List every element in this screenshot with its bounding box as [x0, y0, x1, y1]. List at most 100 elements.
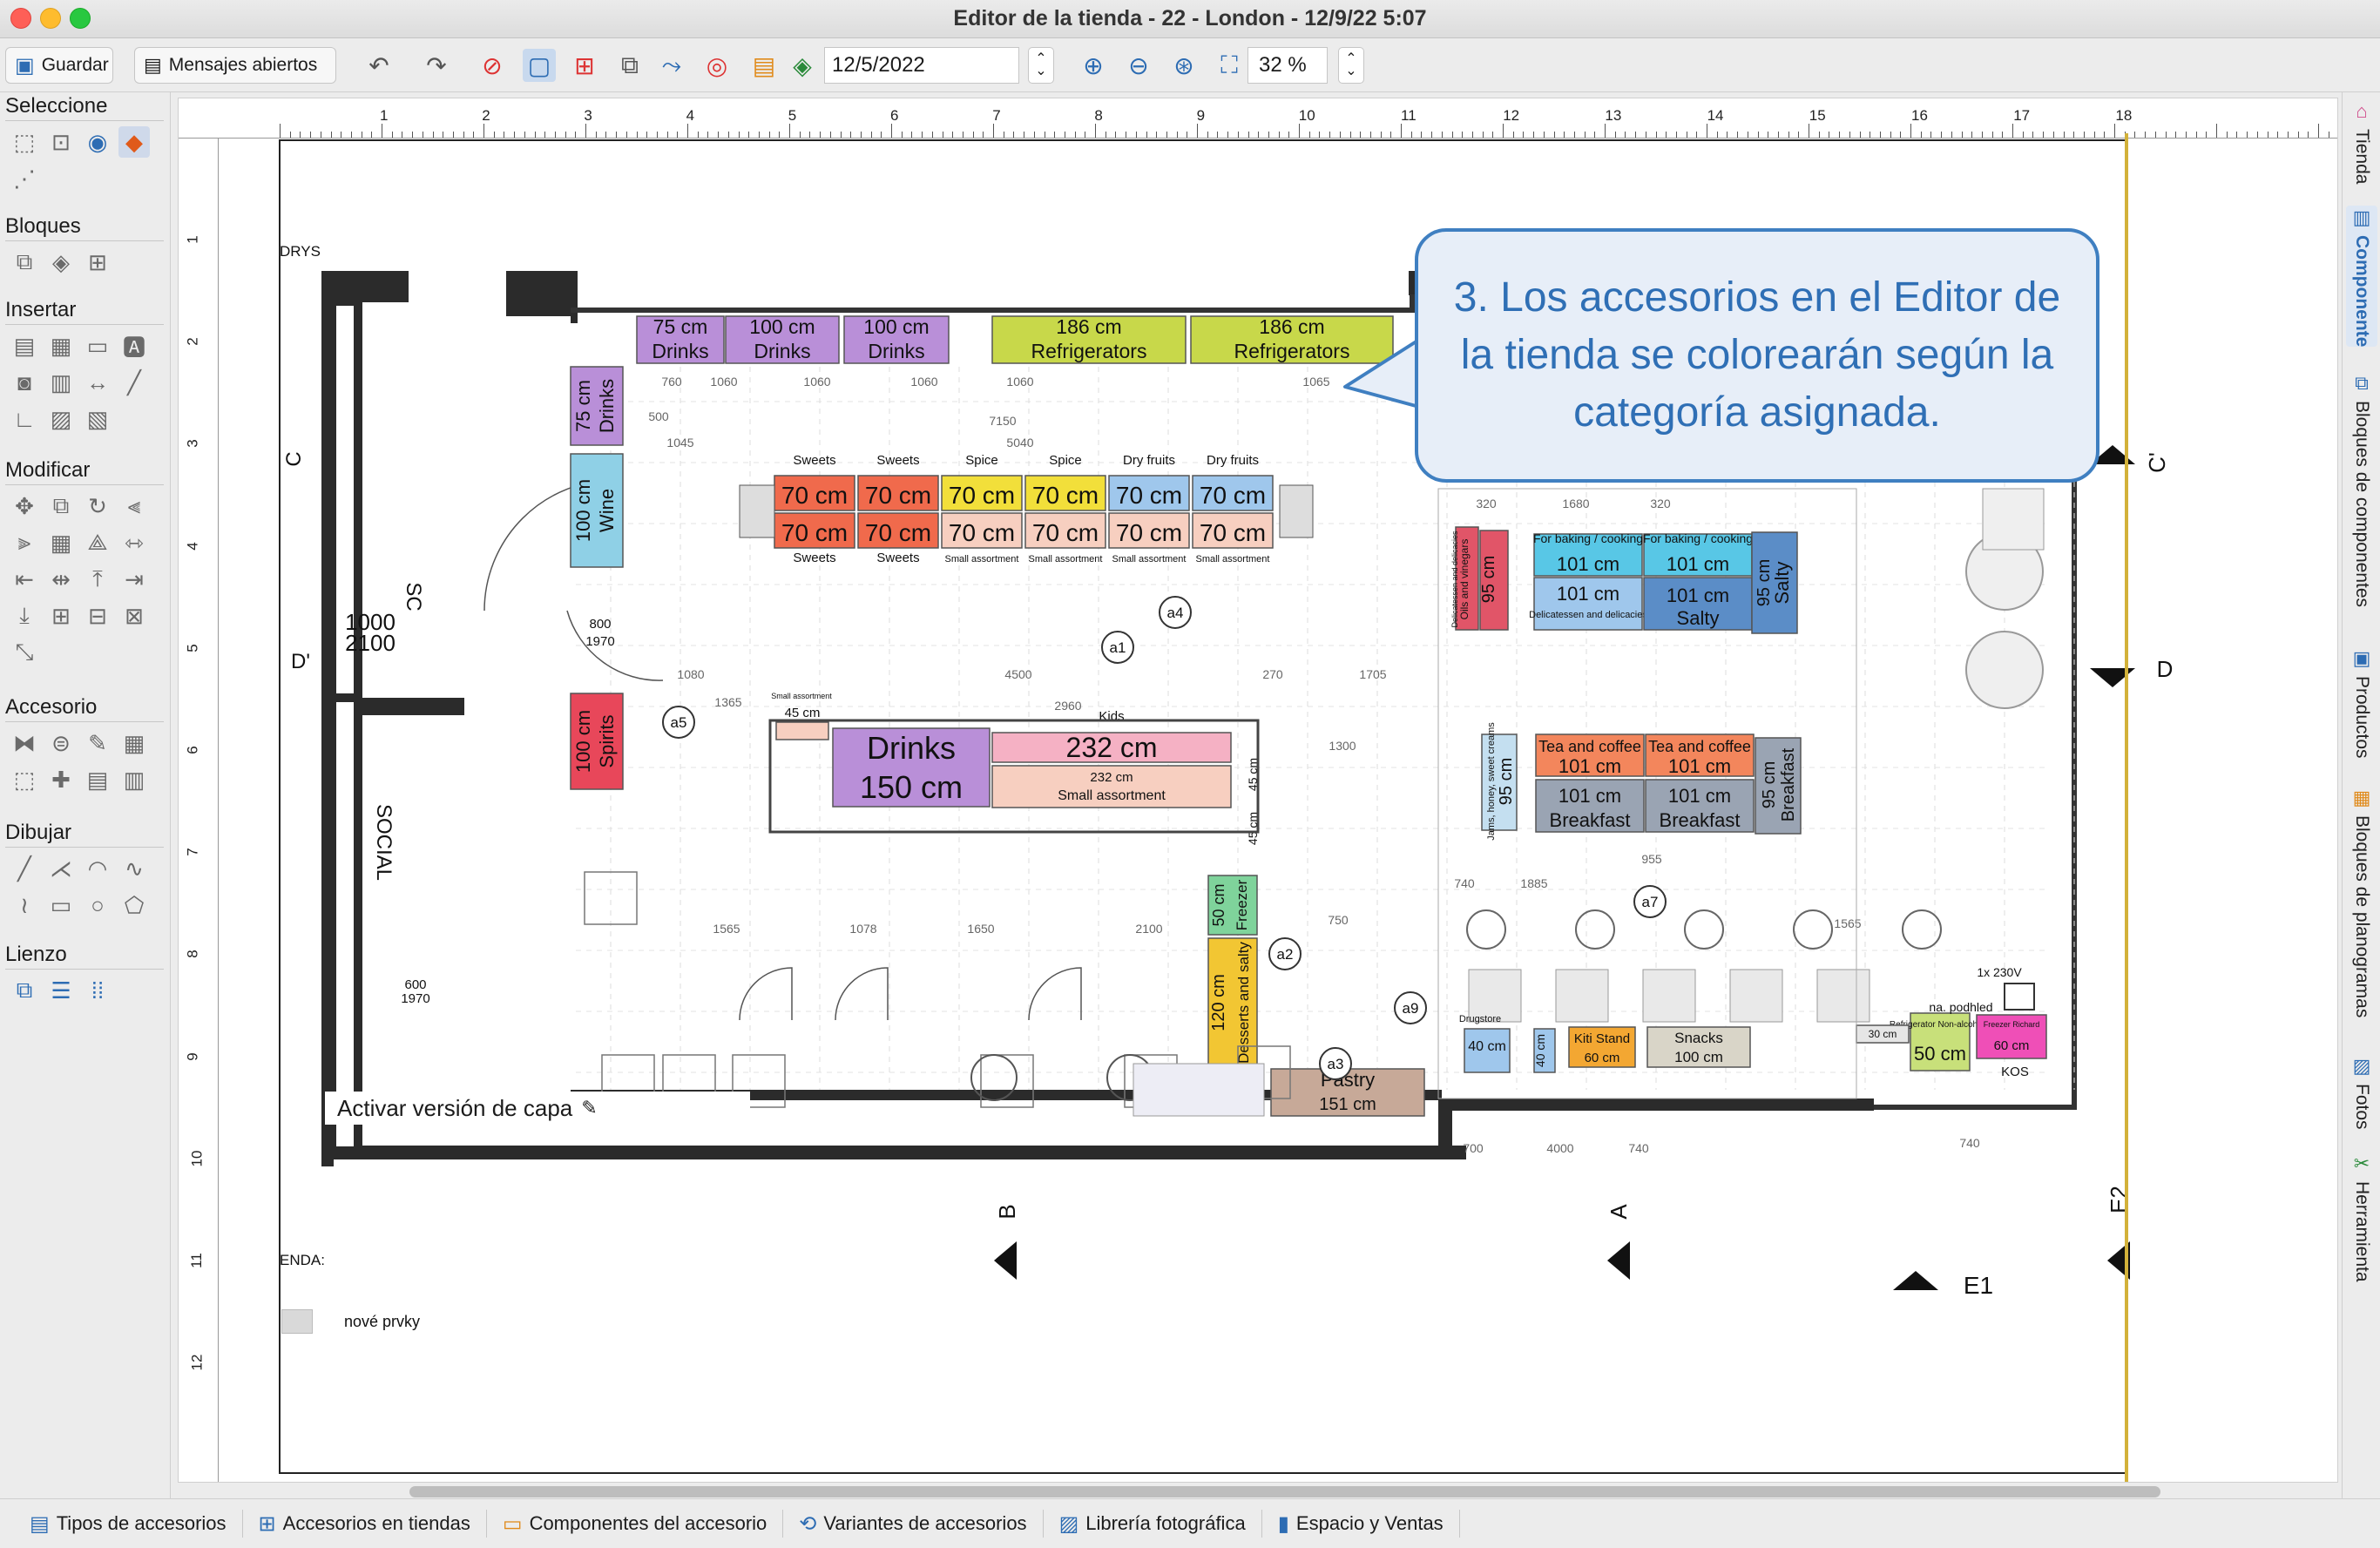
insert-camera-icon[interactable]: ◙	[9, 367, 40, 398]
canvas-layers-icon[interactable]: ☰	[45, 975, 77, 1006]
group-icon[interactable]: ⊞	[45, 600, 77, 632]
select-layer-icon[interactable]: ◆	[118, 126, 150, 158]
align-bottom-icon[interactable]: ⤓	[9, 600, 40, 632]
tab-fixture-components[interactable]: ▭ Componentes del accesorio	[487, 1510, 784, 1538]
tab-fixture-types[interactable]: ▤ Tipos de accesorios	[14, 1510, 243, 1538]
align-left-icon[interactable]: ⇤	[9, 564, 40, 595]
fixture-edit-icon[interactable]: ✎	[82, 727, 113, 759]
explode-icon[interactable]: ⊠	[118, 600, 150, 632]
zoom-window-button[interactable]	[70, 8, 91, 29]
block-grid-icon[interactable]: ⊞	[82, 247, 113, 278]
mirror-icon[interactable]: ⟁	[82, 527, 113, 558]
ungroup-icon[interactable]: ⊟	[82, 600, 113, 632]
fixture-round-icon[interactable]: ⊜	[45, 727, 77, 759]
select-area-icon[interactable]: ▢	[523, 49, 556, 82]
resize-icon[interactable]: ⤡	[9, 637, 40, 668]
zoom-selection-icon[interactable]: ⊛	[1167, 49, 1200, 82]
measure-icon[interactable]: ⊘	[476, 49, 509, 82]
date-stepper[interactable]: ⌃ ⌄	[1028, 47, 1054, 84]
align-right-icon[interactable]: ⇥	[118, 564, 150, 595]
insert-shelf-icon[interactable]: ▤	[9, 330, 40, 362]
block-icon[interactable]: ⧉	[9, 247, 40, 278]
tab-photo-library[interactable]: ▨ Librería fotográfica	[1044, 1510, 1262, 1538]
draw-circle-icon[interactable]: ○	[82, 889, 113, 921]
tab-componente[interactable]: ▥ Componente	[2346, 206, 2377, 348]
zoom-in-icon[interactable]: ⊕	[1077, 49, 1110, 82]
draw-rect-icon[interactable]: ▭	[45, 889, 77, 921]
tab-products[interactable]: ▣ Productos	[2346, 646, 2377, 759]
fixture-size-label: 75 cm	[653, 315, 708, 338]
tab-tools[interactable]: ✂ Herramienta	[2346, 1152, 2377, 1282]
tab-planogram-blocks[interactable]: ▦ Bloques de planogramas	[2346, 786, 2377, 1017]
undo-icon[interactable]: ↶	[362, 49, 396, 82]
distribute-icon[interactable]: ⫸	[9, 527, 40, 558]
tab-photos[interactable]: ▨ Fotos	[2346, 1054, 2377, 1130]
frame-icon[interactable]: ⧉	[613, 49, 646, 82]
insert-table-icon[interactable]: ▥	[45, 367, 77, 398]
zoom-field[interactable]: 32 %	[1247, 47, 1328, 84]
insert-angle-icon[interactable]: ∟	[9, 403, 40, 435]
insert-line-icon[interactable]: ╱	[118, 367, 150, 398]
wall	[1438, 1098, 1874, 1111]
zoom-out-icon[interactable]: ⊖	[1122, 49, 1155, 82]
align-top-icon[interactable]: ⤒	[82, 564, 113, 595]
tab-tienda[interactable]: ⌂ Tienda	[2346, 99, 2377, 184]
target-icon[interactable]: ◎	[700, 49, 734, 82]
copy-icon[interactable]: ⧉	[45, 490, 77, 522]
open-messages-button[interactable]: ▤ Mensajes abiertos	[134, 47, 336, 84]
zoom-stepper[interactable]: ⌃ ⌄	[1338, 47, 1364, 84]
date-field[interactable]: 12/5/2022	[824, 47, 1019, 84]
draw-polygon-icon[interactable]: ⬠	[118, 889, 150, 921]
close-window-button[interactable]	[10, 8, 31, 29]
select-target-icon[interactable]: ◉	[82, 126, 113, 158]
insert-svg-icon[interactable]: ▧	[82, 403, 113, 435]
fixture-frame-icon[interactable]: ⬚	[9, 764, 40, 795]
redo-icon[interactable]: ↷	[420, 49, 453, 82]
grid-select-icon[interactable]: ⊞	[568, 49, 601, 82]
stretch-icon[interactable]: ⇿	[118, 527, 150, 558]
move-icon[interactable]: ✥	[9, 490, 40, 522]
color-table-icon[interactable]: ▤	[747, 49, 781, 82]
tab-fixtures-in-stores[interactable]: ⊞ Accesorios en tiendas	[243, 1510, 487, 1538]
draw-polyline-icon[interactable]: ⋌	[45, 853, 77, 884]
block-stack-icon[interactable]: ◈	[45, 247, 77, 278]
select-box-icon[interactable]: ⊡	[45, 126, 77, 158]
canvas-frame-icon[interactable]: ⧉	[9, 975, 40, 1006]
gondola-bottom-label: Sweets	[793, 551, 835, 565]
group-canvas: Lienzo ⧉ ☰ ⁞⁞	[5, 943, 164, 1011]
draw-spline-icon[interactable]: ≀	[9, 889, 40, 921]
tab-fixture-variants[interactable]: ⟲ Variantes de accesorios	[783, 1510, 1044, 1538]
align-icon[interactable]: ⫷	[118, 490, 150, 522]
zoom-fit-icon[interactable]: ⛶	[1213, 49, 1246, 82]
chair	[1555, 969, 1609, 1023]
draw-curve-icon[interactable]: ∿	[118, 853, 150, 884]
minimize-window-button[interactable]	[40, 8, 61, 29]
insert-rack-icon[interactable]: ▦	[45, 330, 77, 362]
fixture-grid-icon[interactable]: ▦	[118, 727, 150, 759]
messages-icon: ▤	[144, 54, 162, 76]
canvas-grid-icon[interactable]: ⁞⁞	[82, 975, 113, 1006]
insert-dimension-icon[interactable]: ↔	[82, 367, 113, 398]
select-path-icon[interactable]: ⋰	[9, 163, 40, 194]
tab-space-sales[interactable]: ▮ Espacio y Ventas	[1262, 1510, 1460, 1538]
insert-text-icon[interactable]: 🅰	[118, 330, 150, 362]
fixtures-stores-icon: ⊞	[258, 1511, 276, 1536]
horizontal-scrollbar[interactable]	[409, 1486, 2160, 1497]
layers-icon[interactable]: ◈	[786, 49, 819, 82]
fixture-list-icon[interactable]: ▤	[82, 764, 113, 795]
draw-arc-icon[interactable]: ◠	[82, 853, 113, 884]
save-button[interactable]: ▣ Guardar	[5, 47, 113, 84]
insert-image-icon[interactable]: ▨	[45, 403, 77, 435]
connect-icon[interactable]: ⤳	[655, 49, 688, 82]
fixture-add-icon[interactable]: ✚	[45, 764, 77, 795]
select-arrow-icon[interactable]: ⬚	[9, 126, 40, 158]
draw-line-icon[interactable]: ╱	[9, 853, 40, 884]
rotate-icon[interactable]: ↻	[82, 490, 113, 522]
layer-version-toggle[interactable]: Activar versión de capa ✎	[325, 1092, 750, 1125]
fixture-connect-icon[interactable]: ⧓	[9, 727, 40, 759]
tab-component-blocks[interactable]: ⧉ Bloques de componentes	[2346, 371, 2377, 607]
fixture-detail-icon[interactable]: ▥	[118, 764, 150, 795]
insert-counter-icon[interactable]: ▭	[82, 330, 113, 362]
array-icon[interactable]: ▦	[45, 527, 77, 558]
align-center-icon[interactable]: ⇹	[45, 564, 77, 595]
